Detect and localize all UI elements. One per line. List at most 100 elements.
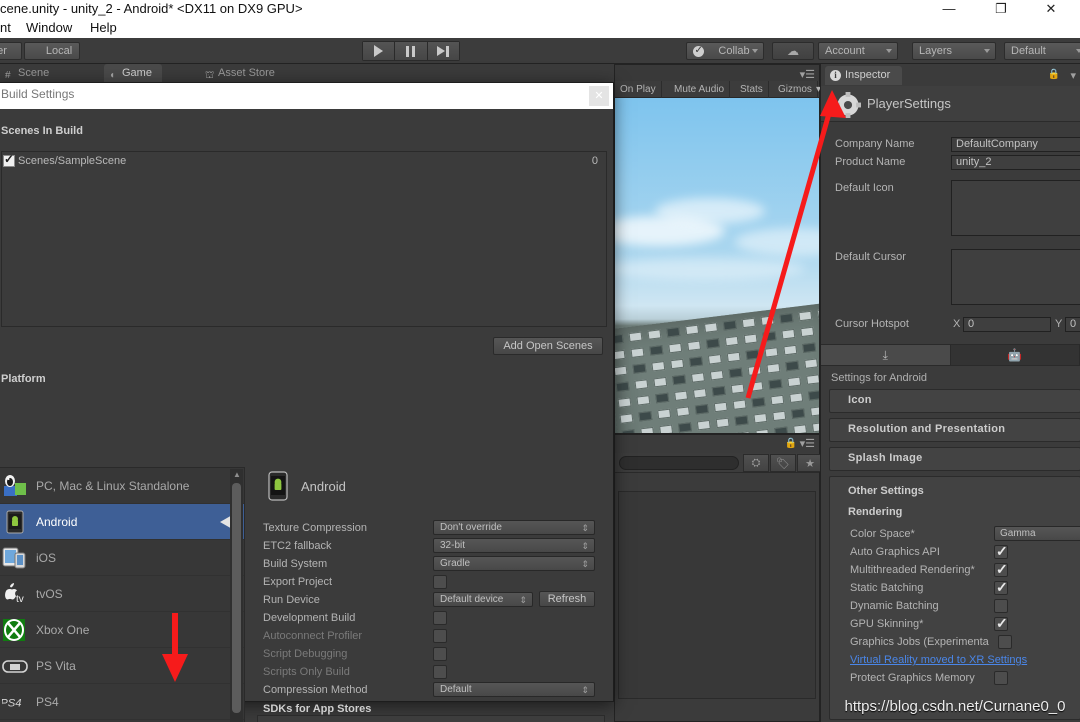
other-settings-title[interactable]: Other Settings xyxy=(848,485,924,497)
cloud-button[interactable]: ☁ xyxy=(772,42,814,60)
building-window xyxy=(728,367,743,379)
platform-row-ps4[interactable]: PS4 PS4 xyxy=(0,684,244,720)
tab-inspector[interactable]: i Inspector xyxy=(825,66,903,85)
panel-menu-icon[interactable]: ▾☰ xyxy=(800,437,815,450)
default-cursor-field[interactable] xyxy=(951,249,1080,305)
platform-name: PS Vita xyxy=(36,659,76,673)
panel-menu-icon[interactable]: ▾ xyxy=(1070,69,1076,82)
building-window xyxy=(753,412,768,424)
menu-item-help[interactable]: Help xyxy=(90,18,117,38)
compression-method-dropdown[interactable]: Default ⇕ xyxy=(433,682,595,697)
gizmos-toggle[interactable]: Gizmos xyxy=(773,81,818,98)
build-system-dropdown[interactable]: Gradle ⇕ xyxy=(433,556,595,571)
rendering-subsection-title: Rendering xyxy=(848,506,903,518)
collab-label: Collab xyxy=(718,45,750,57)
minimize-button[interactable]: — xyxy=(926,0,972,18)
foldout-splash-image[interactable]: Splash Image xyxy=(829,447,1080,471)
hotspot-y-input[interactable]: 0 xyxy=(1065,317,1080,332)
scene-row[interactable]: Scenes/SampleScene 0 xyxy=(2,152,606,170)
stats-toggle[interactable]: Stats xyxy=(735,81,769,98)
tab-scene[interactable]: # Scene xyxy=(0,64,60,82)
lock-icon[interactable]: 🔒 xyxy=(1048,69,1060,80)
protect-graphics-memory-checkbox[interactable] xyxy=(994,671,1008,685)
hotspot-x-input[interactable]: 0 xyxy=(963,317,1051,332)
android-icon: 🤖 xyxy=(1007,348,1023,362)
scrollbar-thumb[interactable] xyxy=(232,483,241,713)
platform-list[interactable]: PC, Mac & Linux Standalone Android iOS t… xyxy=(0,467,245,722)
account-button[interactable]: Account xyxy=(818,42,898,60)
tab-asset-store[interactable]: ⛫ Asset Store xyxy=(200,64,285,82)
add-open-scenes-button[interactable]: Add Open Scenes xyxy=(493,337,603,355)
graphics-jobs-checkbox[interactable] xyxy=(998,635,1012,649)
maximize-on-play-toggle[interactable]: On Play xyxy=(615,81,662,98)
dynamic-batching-checkbox[interactable] xyxy=(994,599,1008,613)
texture-compression-value: Don't override xyxy=(440,522,502,533)
build-system-label: Build System xyxy=(263,558,328,570)
gpu-skinning-checkbox[interactable] xyxy=(994,615,1008,632)
favorite-icon[interactable]: ⛭ xyxy=(743,454,769,472)
scroll-up-arrow[interactable]: ▲ xyxy=(233,470,241,479)
etc2-fallback-dropdown[interactable]: 32-bit ⇕ xyxy=(433,538,595,553)
texture-compression-dropdown[interactable]: Don't override ⇕ xyxy=(433,520,595,535)
tab-game[interactable]: ◖ Game xyxy=(104,64,162,82)
scenes-in-build-list[interactable]: Scenes/SampleScene 0 xyxy=(1,151,607,327)
gpu-skinning-label: GPU Skinning* xyxy=(850,618,924,630)
xr-settings-link[interactable]: Virtual Reality moved to XR Settings xyxy=(850,651,1027,669)
building-window xyxy=(772,410,787,422)
tag-icon[interactable]: 🏷 xyxy=(770,454,796,472)
svg-text:tv: tv xyxy=(16,594,24,605)
platform-list-scrollbar[interactable]: ▲ ▼ xyxy=(230,469,243,722)
search-input[interactable] xyxy=(619,456,739,470)
collab-button[interactable]: Collab xyxy=(686,42,764,60)
mute-audio-toggle[interactable]: Mute Audio xyxy=(669,81,731,98)
platform-row-ps-vita[interactable]: PS Vita xyxy=(0,648,244,684)
platform-row-xbox-one[interactable]: Xbox One xyxy=(0,612,244,648)
platform-row-tvos[interactable]: tv tvOS xyxy=(0,576,244,612)
development-build-label: Development Build xyxy=(263,612,356,624)
multithreaded-rendering-checkbox[interactable] xyxy=(994,561,1008,578)
building-window xyxy=(783,344,798,356)
default-icon-field[interactable] xyxy=(951,180,1080,236)
build-settings-close-button[interactable]: ✕ xyxy=(589,86,609,106)
layout-label: Default xyxy=(1011,45,1046,57)
platform-row-standalone[interactable]: PC, Mac & Linux Standalone xyxy=(0,468,244,504)
updown-icon: ⇕ xyxy=(581,541,589,551)
platform-name: tvOS xyxy=(36,587,63,601)
foldout-resolution-presentation[interactable]: Resolution and Presentation xyxy=(829,418,1080,442)
local-global-button[interactable]: Local xyxy=(24,42,80,60)
android-icon xyxy=(6,510,24,534)
layout-button[interactable]: Default xyxy=(1004,42,1080,60)
layers-button[interactable]: Layers xyxy=(912,42,996,60)
maximize-button[interactable]: ❐ xyxy=(978,0,1024,18)
chevron-down-icon xyxy=(1076,49,1080,53)
step-button[interactable] xyxy=(427,42,459,60)
scene-enabled-checkbox[interactable] xyxy=(3,152,15,167)
auto-graphics-api-checkbox[interactable] xyxy=(994,543,1008,560)
dynamic-batching-label: Dynamic Batching xyxy=(850,600,939,612)
close-button[interactable]: ✕ xyxy=(1028,0,1074,18)
color-space-dropdown[interactable]: Gamma xyxy=(994,526,1080,541)
platform-tab-android[interactable]: 🤖 xyxy=(951,345,1080,365)
menu-item-component[interactable]: nt xyxy=(0,18,11,38)
foldout-icon[interactable]: Icon xyxy=(829,389,1080,413)
static-batching-checkbox[interactable] xyxy=(994,579,1008,596)
game-view-canvas[interactable] xyxy=(615,98,819,433)
run-device-dropdown[interactable]: Default device ⇕ xyxy=(433,592,533,607)
platform-tab-standalone[interactable]: ⤓ xyxy=(821,345,951,365)
pause-button[interactable] xyxy=(395,42,428,60)
pivot-button[interactable]: er xyxy=(0,42,22,60)
building-window xyxy=(690,372,705,383)
scripts-only-build-row: Scripts Only Build xyxy=(253,663,609,681)
export-project-checkbox[interactable] xyxy=(433,575,447,589)
company-name-input[interactable]: DefaultCompany xyxy=(951,137,1080,152)
refresh-button[interactable]: Refresh xyxy=(539,591,595,607)
menu-item-window[interactable]: Window xyxy=(26,18,72,38)
development-build-checkbox[interactable] xyxy=(433,611,447,625)
panel-menu-icon[interactable]: ▾☰ xyxy=(800,68,815,81)
lock-icon[interactable]: 🔒 xyxy=(785,438,797,449)
project-content[interactable] xyxy=(618,491,816,699)
play-button[interactable] xyxy=(363,42,396,60)
platform-row-ios[interactable]: iOS xyxy=(0,540,244,576)
product-name-input[interactable]: unity_2 xyxy=(951,155,1080,170)
platform-row-android[interactable]: Android xyxy=(0,504,244,540)
